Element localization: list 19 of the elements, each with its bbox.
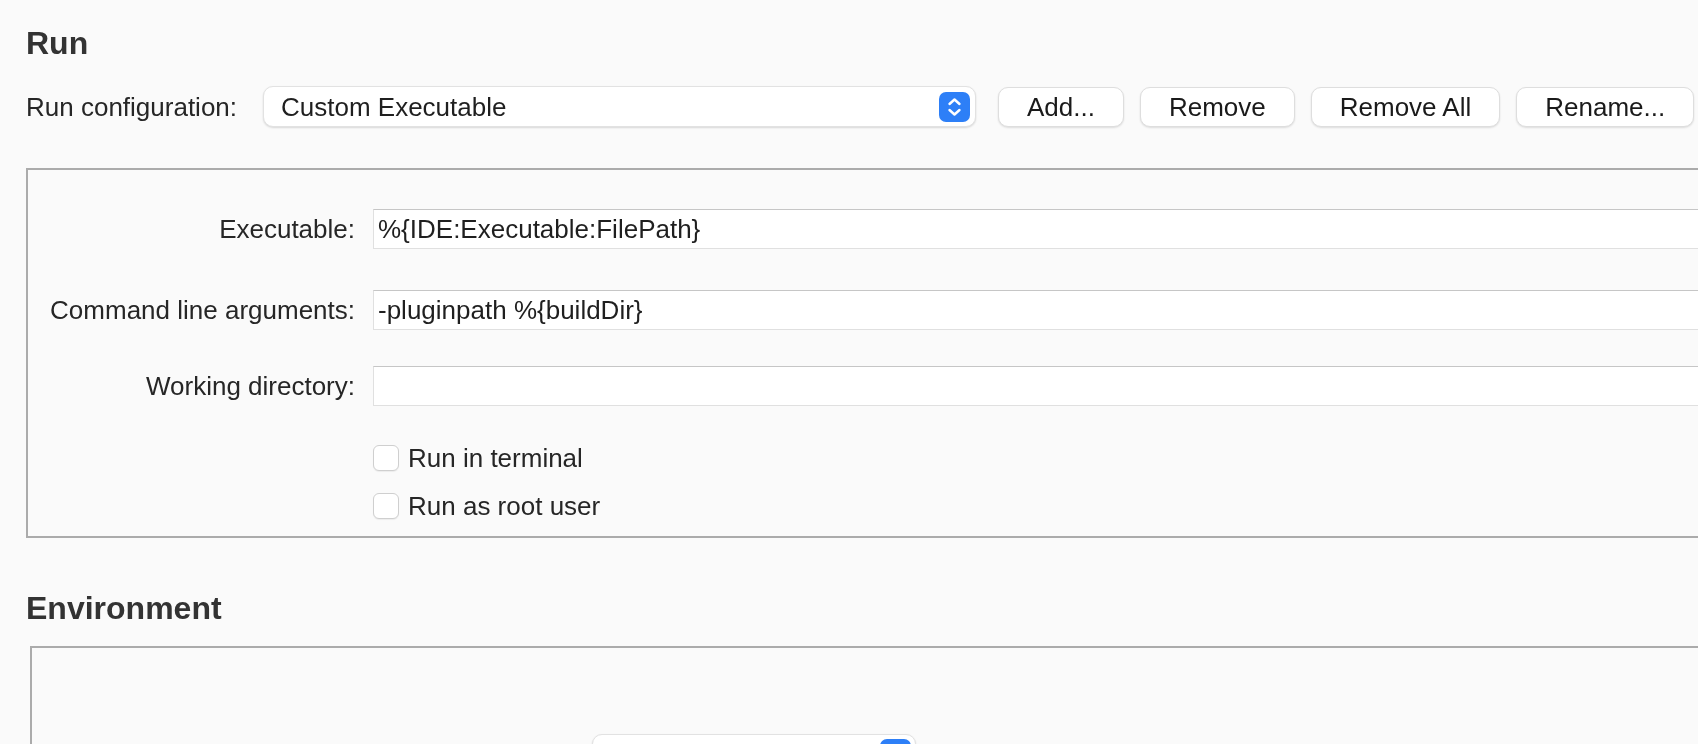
checkbox[interactable] [373, 493, 399, 519]
checkbox-label: Run as root user [408, 490, 601, 522]
field-label: Run configuration: [26, 91, 238, 122]
text-field[interactable]: -pluginpath %{buildDir} [373, 290, 1698, 330]
chevron-up-down-icon [939, 91, 970, 122]
checkbox[interactable] [373, 445, 399, 471]
text-field[interactable] [373, 366, 1698, 406]
checkbox-label: Run in terminal [408, 442, 583, 474]
section-title: Run [26, 24, 89, 62]
text-field[interactable]: %{IDE:Executable:FilePath} [373, 209, 1698, 249]
section-title: Environment [26, 589, 222, 627]
dropdown[interactable]: Custom Executable [263, 86, 976, 127]
field-label: Working directory: [145, 370, 355, 402]
push-button[interactable]: Remove [1139, 86, 1295, 127]
push-button[interactable]: Rename... [1516, 86, 1695, 127]
field-label: Executable: [219, 213, 355, 245]
field-label: Command line arguments: [50, 294, 355, 326]
push-button[interactable]: Remove All [1310, 86, 1501, 127]
push-button[interactable]: Add... [998, 86, 1124, 127]
